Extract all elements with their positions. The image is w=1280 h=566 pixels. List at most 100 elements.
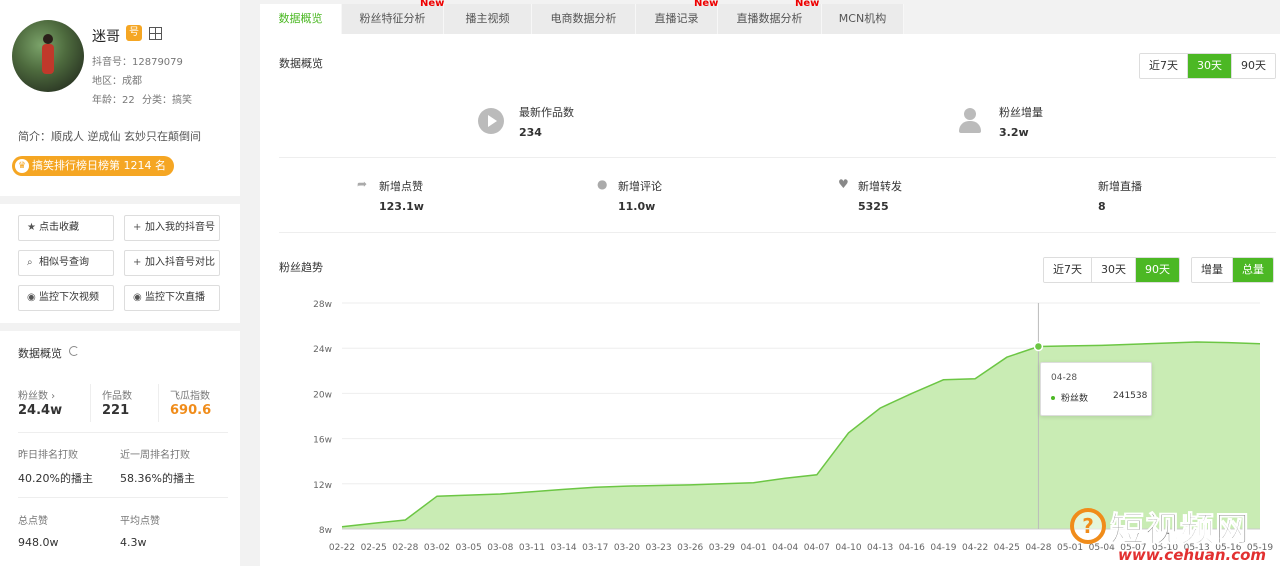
x-tick-label: 03-20 bbox=[614, 543, 640, 553]
trend-30d-button[interactable]: 30天 bbox=[1092, 258, 1136, 282]
main-panel: 数据概览 粉丝特征分析 播主视频 电商数据分析 直播记录 直播数据分析 MCN机… bbox=[260, 0, 1280, 566]
divider bbox=[0, 323, 240, 331]
watermark-logo-icon: ? bbox=[1070, 508, 1106, 544]
tab-overview[interactable]: 数据概览 bbox=[260, 4, 342, 34]
week-rank-value: 58.36%的播主 bbox=[120, 472, 195, 485]
live-inc-value: 8 bbox=[1098, 200, 1106, 213]
x-tick-label: 04-01 bbox=[740, 543, 766, 553]
favorite-button[interactable]: ★ 点击收藏 bbox=[18, 215, 114, 241]
x-tick-label: 02-28 bbox=[392, 543, 418, 553]
likes-inc-value: 123.1w bbox=[379, 200, 424, 213]
plus-icon: + bbox=[133, 222, 142, 233]
yesterday-rank-label: 昨日排名打败 bbox=[18, 450, 78, 461]
latest-works-label: 最新作品数 bbox=[519, 106, 574, 119]
profile-panel: 迷哥 号 抖音号：12879079 地区：成都 年龄：22 分类：搞笑 简介：顺… bbox=[0, 0, 240, 566]
total-likes-label: 总点赞 bbox=[18, 516, 48, 527]
user-icon bbox=[958, 108, 982, 134]
series-dot bbox=[1051, 396, 1055, 400]
x-tick-label: 03-14 bbox=[551, 543, 577, 553]
add-my-account-button[interactable]: + 加入我的抖音号 bbox=[124, 215, 220, 241]
range-30d-button[interactable]: 30天 bbox=[1188, 54, 1232, 78]
region: 地区：成都 bbox=[92, 76, 142, 87]
range-90d-button[interactable]: 90天 bbox=[1232, 54, 1275, 78]
comment-icon: ● bbox=[597, 177, 608, 191]
overview-title: 数据概览 bbox=[18, 347, 62, 360]
x-tick-label: 04-10 bbox=[835, 543, 861, 553]
x-tick-label: 04-19 bbox=[930, 543, 956, 553]
category: 分类：搞笑 bbox=[142, 95, 192, 106]
latest-works-value: 234 bbox=[519, 126, 542, 139]
overview-range-toggle: 近7天 30天 90天 bbox=[1139, 53, 1276, 79]
monitor-live-button[interactable]: ◉ 监控下次直播 bbox=[124, 285, 220, 311]
add-compare-button[interactable]: + 加入抖音号对比 bbox=[124, 250, 220, 276]
eye-icon: ◉ bbox=[133, 292, 142, 303]
x-tick-label: 04-22 bbox=[962, 543, 988, 553]
x-tick-label: 03-17 bbox=[582, 543, 608, 553]
trend-90d-button[interactable]: 90天 bbox=[1136, 258, 1179, 282]
share-arrow-icon: ➦ bbox=[357, 177, 368, 191]
shares-inc-value: 5325 bbox=[858, 200, 889, 213]
trend-mode-toggle: 增量 总量 bbox=[1191, 257, 1274, 283]
y-tick-label: 20w bbox=[313, 390, 332, 400]
live-inc-label: 新增直播 bbox=[1098, 180, 1142, 193]
avg-likes-value: 4.3w bbox=[120, 536, 147, 549]
y-tick-label: 8w bbox=[319, 526, 332, 536]
likes-inc-label: 新增点赞 bbox=[379, 180, 423, 193]
profile-name: 迷哥 bbox=[92, 29, 120, 45]
fans-inc-label: 粉丝增量 bbox=[999, 106, 1043, 119]
bio: 简介：顺成人 逆成仙 玄妙只在颠倒间 bbox=[18, 130, 201, 143]
trend-title: 粉丝趋势 bbox=[279, 261, 323, 274]
divider bbox=[0, 196, 240, 204]
x-tick-label: 03-29 bbox=[709, 543, 735, 553]
tab-mcn[interactable]: MCN机构 bbox=[822, 4, 904, 34]
x-tick-label: 03-26 bbox=[677, 543, 703, 553]
tab-ecommerce[interactable]: 电商数据分析 bbox=[532, 4, 636, 34]
tooltip-value: 241538 bbox=[1113, 391, 1148, 401]
week-rank-label: 近一周排名打败 bbox=[120, 450, 190, 461]
avg-likes-label: 平均点赞 bbox=[120, 516, 160, 527]
star-icon: ★ bbox=[27, 222, 36, 233]
index-value: 690.6 bbox=[170, 403, 212, 418]
y-tick-label: 16w bbox=[313, 436, 332, 446]
works-value: 221 bbox=[102, 403, 130, 418]
heart-icon: ♥ bbox=[838, 177, 849, 191]
x-tick-label: 03-11 bbox=[519, 543, 545, 553]
new-badge: New bbox=[420, 0, 445, 9]
similar-search-button[interactable]: ⌕ 相似号查询 bbox=[18, 250, 114, 276]
yesterday-rank-value: 40.20%的播主 bbox=[18, 472, 93, 485]
fans-label[interactable]: 粉丝数 › bbox=[18, 387, 55, 402]
watermark-text: 短视频网 bbox=[1110, 510, 1250, 551]
new-badge: New bbox=[795, 0, 820, 9]
hover-point bbox=[1033, 341, 1044, 352]
trend-range-toggle: 近7天 30天 90天 bbox=[1043, 257, 1180, 283]
x-tick-label: 04-25 bbox=[994, 543, 1020, 553]
new-badge: New bbox=[694, 0, 719, 9]
increment-button[interactable]: 增量 bbox=[1192, 258, 1233, 282]
x-tick-label: 03-23 bbox=[645, 543, 671, 553]
avatar[interactable] bbox=[12, 20, 84, 92]
rank-text: 搞笑排行榜日榜第 1214 名 bbox=[32, 159, 166, 172]
index-label: 飞瓜指数 bbox=[170, 391, 210, 402]
y-tick-label: 28w bbox=[313, 300, 332, 310]
fans-value: 24.4w bbox=[18, 403, 63, 418]
qrcode-icon[interactable] bbox=[149, 27, 162, 40]
x-tick-label: 04-13 bbox=[867, 543, 893, 553]
fans-inc-value: 3.2w bbox=[999, 126, 1029, 139]
refresh-icon[interactable] bbox=[69, 346, 79, 356]
play-icon bbox=[478, 108, 504, 134]
x-tick-label: 03-02 bbox=[424, 543, 450, 553]
tooltip-date: 04-28 bbox=[1051, 373, 1078, 383]
x-tick-label: 04-04 bbox=[772, 543, 798, 553]
account-badge-icon: 号 bbox=[126, 25, 142, 41]
total-button[interactable]: 总量 bbox=[1233, 258, 1273, 282]
rank-badge[interactable]: ♛ 搞笑排行榜日榜第 1214 名 bbox=[12, 156, 174, 176]
monitor-video-button[interactable]: ◉ 监控下次视频 bbox=[18, 285, 114, 311]
works-label: 作品数 bbox=[102, 391, 132, 402]
eye-icon: ◉ bbox=[27, 292, 36, 303]
tab-videos[interactable]: 播主视频 bbox=[444, 4, 532, 34]
x-tick-label: 03-05 bbox=[456, 543, 482, 553]
search-icon: ⌕ bbox=[27, 257, 33, 268]
trend-7d-button[interactable]: 近7天 bbox=[1044, 258, 1092, 282]
range-7d-button[interactable]: 近7天 bbox=[1140, 54, 1188, 78]
x-tick-label: 02-22 bbox=[329, 543, 355, 553]
